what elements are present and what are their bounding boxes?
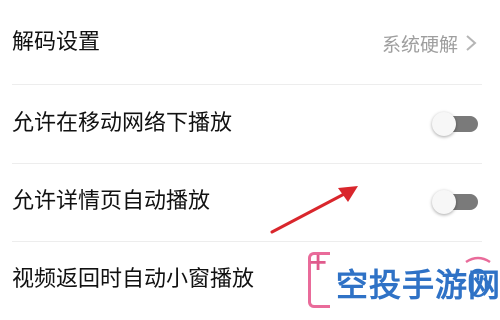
mini-window-label: 视频返回时自动小窗播放 [12, 267, 255, 292]
mobile-network-play-label: 允许在移动网络下播放 [12, 111, 233, 136]
detail-autoplay-label: 允许详情页自动播放 [12, 189, 211, 214]
decode-setting-control[interactable]: 系统硬解 [382, 30, 478, 57]
toggle-knob [432, 190, 456, 214]
settings-row-detail-autoplay[interactable]: 允许详情页自动播放 [0, 163, 500, 241]
settings-row-decode[interactable]: 解码设置 系统硬解 [0, 4, 500, 82]
watermark: + 空投手游网 [300, 246, 500, 316]
decode-setting-label: 解码设置 [12, 30, 101, 55]
mobile-network-play-toggle[interactable] [432, 112, 478, 136]
watermark-mouse-icon [465, 256, 491, 298]
settings-row-mobile-network-play[interactable]: 允许在移动网络下播放 [0, 85, 500, 163]
red-arrow-annotation [270, 186, 358, 234]
watermark-plus-icon: + [308, 248, 329, 276]
detail-autoplay-toggle[interactable] [432, 190, 478, 214]
decode-setting-value: 系统硬解 [381, 33, 458, 56]
toggle-knob [432, 112, 456, 136]
chevron-right-icon [466, 35, 477, 51]
